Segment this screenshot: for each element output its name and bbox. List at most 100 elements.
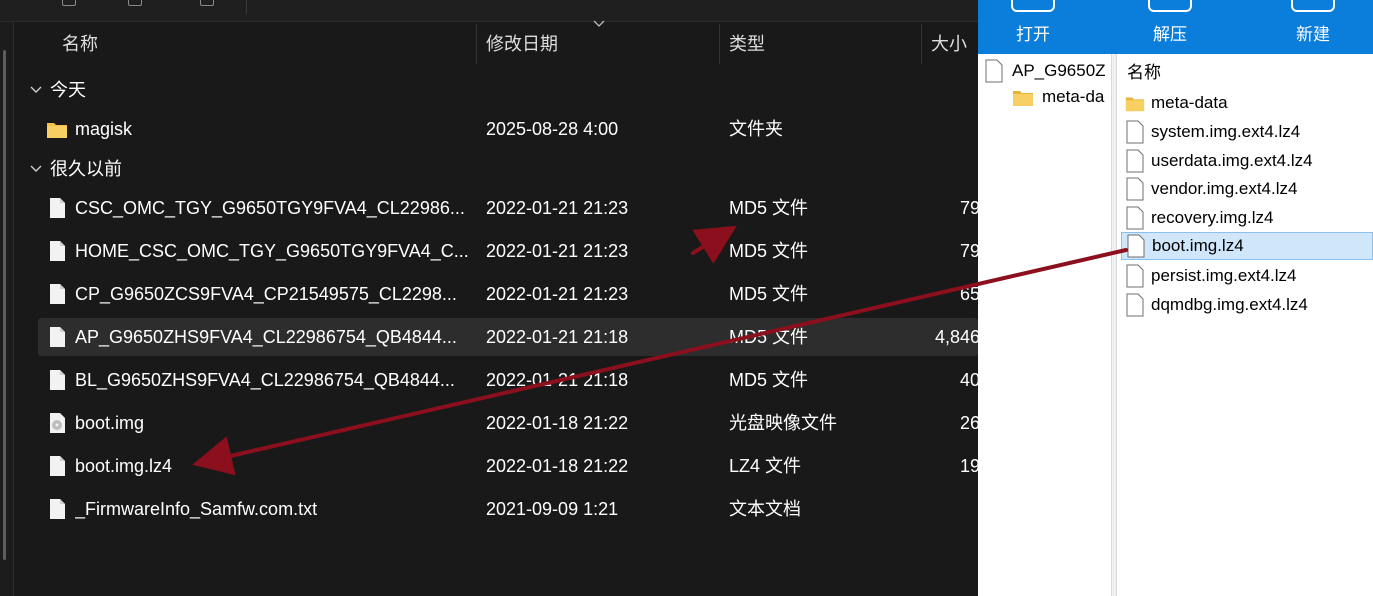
archive-list-item[interactable]: dqmdbg.img.ext4.lz4 — [1121, 291, 1373, 319]
archive-toolbar: 打开 解压 新建 — [978, 0, 1373, 54]
folder-icon — [1125, 97, 1145, 112]
file-name: boot.img.lz4 — [75, 456, 173, 476]
tree-item-meta-data[interactable]: meta-da — [1012, 83, 1111, 111]
pane-splitter[interactable] — [1111, 54, 1117, 596]
sort-descending-icon — [593, 20, 605, 27]
file-date: 2022-01-21 21:23 — [486, 198, 629, 218]
new-archive-icon — [1291, 0, 1335, 12]
file-icon — [50, 327, 65, 347]
navigation-rail — [0, 22, 14, 596]
file-name: boot.img — [75, 413, 145, 433]
explorer-toolbar-strip — [0, 0, 978, 22]
tree-root-label: AP_G9650Z — [1012, 61, 1106, 80]
archive-list-item[interactable]: persist.img.ext4.lz4 — [1121, 262, 1373, 290]
file-row[interactable]: CP_G9650ZCS9FVA4_CP21549575_CL2298... 20… — [38, 275, 978, 313]
toolbar-divider — [246, 0, 247, 14]
new-archive-label: 新建 — [1296, 25, 1330, 44]
file-icon — [50, 241, 65, 261]
file-date: 2022-01-21 21:18 — [486, 327, 629, 347]
file-size: 65 — [959, 284, 978, 304]
file-row[interactable]: HOME_CSC_OMC_TGY_G9650TGY9FVA4_C... 2022… — [38, 232, 978, 270]
file-row[interactable]: _FirmwareInfo_Samfw.com.txt 2021-09-09 1… — [38, 490, 978, 528]
chevron-down-icon — [30, 165, 42, 172]
file-name: _FirmwareInfo_Samfw.com.txt — [75, 499, 318, 519]
new-archive-button[interactable]: 新建 — [1268, 0, 1358, 54]
open-button[interactable]: 打开 — [988, 0, 1078, 54]
file-type: MD5 文件 — [729, 284, 809, 304]
archive-item-name: system.img.ext4.lz4 — [1151, 122, 1301, 141]
extract-icon — [1148, 0, 1192, 12]
folder-icon — [1013, 91, 1033, 106]
file-size — [932, 490, 978, 528]
open-label: 打开 — [1016, 25, 1050, 44]
file-icon — [1126, 177, 1144, 201]
archive-list-item[interactable]: recovery.img.lz4 — [1121, 204, 1373, 232]
extract-label: 解压 — [1153, 25, 1187, 44]
column-header-modified[interactable]: 修改日期 — [486, 22, 558, 66]
file-row[interactable]: boot.img.lz4 2022-01-18 21:22 LZ4 文件 19 — [38, 447, 978, 485]
column-header-name[interactable]: 名称 — [1127, 58, 1161, 83]
column-divider[interactable] — [719, 24, 720, 64]
file-row[interactable]: BL_G9650ZHS9FVA4_CL22986754_QB4844... 20… — [38, 361, 978, 399]
file-name: CP_G9650ZCS9FVA4_CP21549575_CL2298... — [75, 284, 457, 304]
column-header-type[interactable]: 类型 — [729, 22, 765, 66]
archive-item-name: boot.img.lz4 — [1152, 236, 1244, 255]
file-icon — [1127, 234, 1145, 258]
file-size: 19 — [959, 456, 978, 476]
file-type: MD5 文件 — [729, 327, 809, 347]
file-size: 40 — [959, 370, 978, 390]
archive-list-item[interactable]: vendor.img.ext4.lz4 — [1121, 175, 1373, 203]
file-size: 4,846 — [934, 327, 978, 347]
archive-list-item-selected[interactable]: boot.img.lz4 — [1121, 232, 1373, 260]
file-name: magisk — [75, 119, 133, 139]
toolbar-button-stub[interactable] — [62, 0, 76, 6]
column-header-size[interactable]: 大小 — [931, 22, 967, 66]
text-file-icon — [50, 499, 65, 519]
rail-scrollbar[interactable] — [3, 50, 6, 560]
column-divider[interactable] — [921, 24, 922, 64]
file-size: 79 — [959, 198, 978, 218]
file-date: 2025-08-28 4:00 — [486, 119, 619, 139]
tree-child-label: meta-da — [1042, 87, 1105, 106]
file-icon — [50, 284, 65, 304]
toolbar-button-stub[interactable] — [200, 0, 214, 6]
file-row-selected[interactable]: AP_G9650ZHS9FVA4_CL22986754_QB4844... 20… — [38, 318, 978, 356]
file-icon — [1126, 120, 1144, 144]
file-name: CSC_OMC_TGY_G9650TGY9FVA4_CL22986... — [75, 198, 465, 218]
archive-list-item[interactable]: userdata.img.ext4.lz4 — [1121, 147, 1373, 175]
group-header-today[interactable]: 今天 — [28, 74, 86, 104]
group-label: 很久以前 — [50, 159, 122, 179]
file-date: 2022-01-21 21:23 — [486, 241, 629, 261]
archive-list-item[interactable]: meta-data — [1121, 89, 1373, 117]
file-type: 文件夹 — [729, 119, 783, 139]
file-name: HOME_CSC_OMC_TGY_G9650TGY9FVA4_C... — [75, 241, 469, 261]
toolbar-button-stub[interactable] — [128, 0, 142, 6]
file-size: 26 — [959, 413, 978, 433]
open-icon — [1011, 0, 1055, 12]
folder-icon — [47, 123, 67, 138]
file-row[interactable]: CSC_OMC_TGY_G9650TGY9FVA4_CL22986... 202… — [38, 189, 978, 227]
file-type: MD5 文件 — [729, 198, 809, 218]
archive-item-name: persist.img.ext4.lz4 — [1151, 266, 1297, 285]
archive-window: 打开 解压 新建 AP_G9650Z meta-da 名称 meta-data … — [978, 0, 1373, 596]
file-row[interactable]: magisk 2025-08-28 4:00 文件夹 — [38, 110, 978, 148]
file-icon — [1126, 264, 1144, 288]
file-icon — [1126, 206, 1144, 230]
tree-item-root[interactable]: AP_G9650Z — [984, 57, 1111, 85]
file-icon — [50, 198, 65, 218]
file-row[interactable]: boot.img 2022-01-18 21:22 光盘映像文件 26 — [38, 404, 978, 442]
archive-item-name: recovery.img.lz4 — [1151, 208, 1274, 227]
file-date: 2022-01-18 21:22 — [486, 413, 629, 433]
file-date: 2021-09-09 1:21 — [486, 499, 619, 519]
file-name: AP_G9650ZHS9FVA4_CL22986754_QB4844... — [75, 327, 457, 347]
column-divider[interactable] — [476, 24, 477, 64]
file-icon — [50, 370, 65, 390]
group-header-long-ago[interactable]: 很久以前 — [28, 153, 122, 183]
file-type: MD5 文件 — [729, 241, 809, 261]
chevron-down-icon — [30, 86, 42, 93]
archive-list-item[interactable]: system.img.ext4.lz4 — [1121, 118, 1373, 146]
group-label: 今天 — [50, 80, 86, 100]
archive-item-name: dqmdbg.img.ext4.lz4 — [1151, 295, 1308, 314]
column-header-name[interactable]: 名称 — [62, 22, 98, 66]
extract-button[interactable]: 解压 — [1125, 0, 1215, 54]
